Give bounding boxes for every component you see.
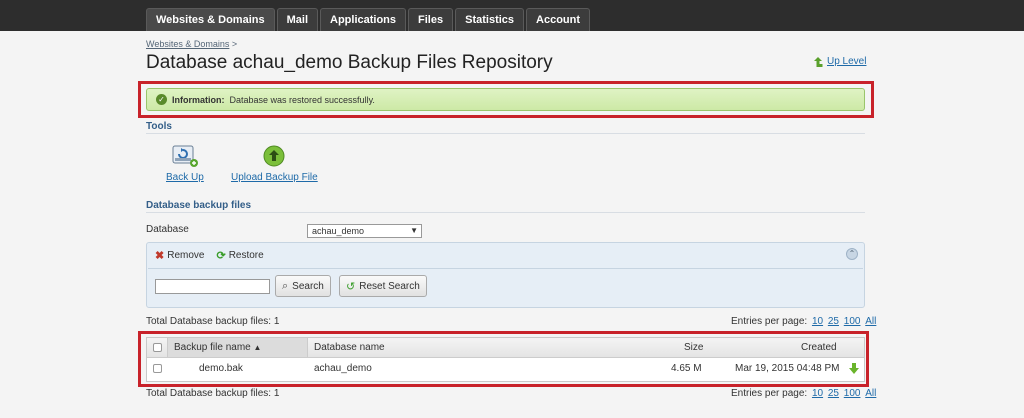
up-level-link[interactable]: Up Level — [813, 56, 866, 67]
sort-asc-icon: ▲ — [253, 343, 262, 352]
collapse-toggle-icon[interactable]: ⌃ — [846, 248, 858, 260]
download-arrow-icon[interactable] — [849, 363, 859, 374]
row-checkbox[interactable] — [153, 364, 162, 373]
back-up-link[interactable]: Back Up — [166, 172, 204, 183]
entries-10-bottom[interactable]: 10 — [812, 388, 823, 399]
col-backup-file-name-label: Backup file name — [174, 342, 251, 353]
backup-files-divider — [146, 212, 865, 213]
search-button-label: Search — [292, 280, 324, 292]
database-label: Database — [146, 224, 189, 235]
search-input[interactable] — [155, 279, 270, 294]
filter-panel: ✖ Remove ⟳ Restore ⌃ ⌕ Search ↺ Reset Se… — [146, 242, 865, 308]
search-button[interactable]: ⌕ Search — [275, 275, 331, 297]
backup-database-icon — [172, 145, 198, 167]
entries-label-bottom: Entries per page: — [731, 388, 808, 399]
breadcrumb: Websites & Domains > — [146, 39, 237, 49]
upload-backup-link[interactable]: Upload Backup File — [231, 172, 318, 183]
filter-divider — [148, 268, 863, 269]
success-message: ✓ Information: Database was restored suc… — [146, 88, 865, 111]
remove-label: Remove — [167, 250, 205, 261]
reset-icon: ↺ — [346, 280, 356, 293]
tab-statistics[interactable]: Statistics — [455, 8, 525, 31]
restore-label: Restore — [228, 250, 264, 261]
search-icon: ⌕ — [282, 279, 289, 292]
col-size[interactable]: Size — [684, 342, 703, 353]
message-text: Database was restored successfully. — [229, 94, 375, 105]
col-backup-file-name[interactable]: Backup file name ▲ — [174, 342, 261, 353]
col-database-name[interactable]: Database name — [314, 342, 385, 353]
row-created: Mar 19, 2015 04:48 PM — [735, 363, 840, 374]
upload-icon — [263, 145, 285, 167]
tab-applications[interactable]: Applications — [320, 8, 407, 31]
tools-heading: Tools — [146, 121, 172, 132]
database-select-value: achau_demo — [312, 226, 365, 236]
entries-all[interactable]: All — [865, 316, 876, 327]
database-select[interactable]: achau_demo ▼ — [307, 224, 422, 238]
up-level-icon — [814, 56, 823, 67]
upload-backup-tool[interactable]: Upload Backup File — [231, 144, 318, 183]
row-file-name: demo.bak — [199, 363, 243, 374]
table-header: Backup file name ▲ Database name Size Cr… — [147, 338, 864, 358]
breadcrumb-separator: > — [231, 39, 238, 49]
entries-per-page-bottom: Entries per page: 10 25 100 All — [731, 388, 876, 399]
up-level-label[interactable]: Up Level — [827, 56, 866, 67]
back-up-tool[interactable]: Back Up — [166, 144, 204, 183]
total-files-bottom: Total Database backup files: 1 — [146, 388, 280, 399]
remove-button[interactable]: ✖ Remove — [155, 249, 204, 262]
entries-100-bottom[interactable]: 100 — [844, 388, 861, 399]
entries-25[interactable]: 25 — [828, 316, 839, 327]
entries-100[interactable]: 100 — [844, 316, 861, 327]
entries-25-bottom[interactable]: 25 — [828, 388, 839, 399]
row-size: 4.65 M — [671, 363, 702, 374]
restore-icon: ⟳ — [216, 250, 226, 262]
total-files-top: Total Database backup files: 1 — [146, 316, 280, 327]
entries-per-page-top: Entries per page: 10 25 100 All — [731, 316, 876, 327]
main-content: Websites & Domains > Database achau_demo… — [0, 31, 1024, 418]
tab-mail[interactable]: Mail — [276, 8, 319, 31]
backup-files-table: Backup file name ▲ Database name Size Cr… — [146, 337, 865, 382]
restore-button[interactable]: ⟳ Restore — [216, 249, 263, 262]
tab-account[interactable]: Account — [526, 8, 591, 31]
backup-files-heading: Database backup files — [146, 200, 252, 211]
dropdown-arrow-icon: ▼ — [410, 226, 418, 235]
top-navigation-bar: Websites & Domains Mail Applications Fil… — [0, 0, 1024, 31]
main-tabs: Websites & Domains Mail Applications Fil… — [146, 8, 591, 31]
success-check-icon: ✓ — [156, 94, 167, 105]
select-all-checkbox[interactable] — [153, 343, 162, 352]
tab-files[interactable]: Files — [408, 8, 454, 31]
reset-search-label: Reset Search — [359, 280, 420, 292]
tools-divider — [146, 133, 865, 134]
message-label: Information: — [172, 94, 225, 105]
entries-label: Entries per page: — [731, 316, 808, 327]
col-created[interactable]: Created — [801, 342, 837, 353]
reset-search-button[interactable]: ↺ Reset Search — [339, 275, 427, 297]
breadcrumb-websites-domains[interactable]: Websites & Domains — [146, 39, 229, 49]
list-actions: ✖ Remove ⟳ Restore — [155, 249, 264, 262]
entries-10[interactable]: 10 — [812, 316, 823, 327]
tab-websites-domains[interactable]: Websites & Domains — [146, 8, 275, 31]
entries-all-bottom[interactable]: All — [865, 388, 876, 399]
row-database-name: achau_demo — [314, 363, 372, 374]
page-title: Database achau_demo Backup Files Reposit… — [146, 52, 553, 73]
remove-x-icon: ✖ — [155, 250, 165, 262]
